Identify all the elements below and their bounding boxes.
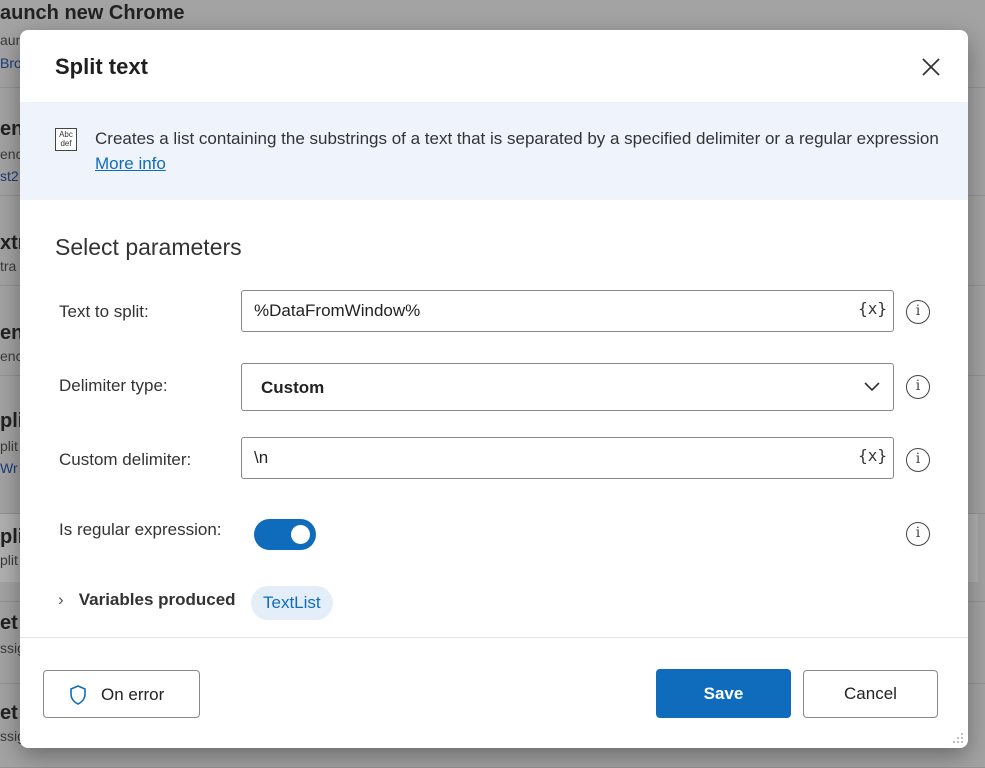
shield-icon — [70, 685, 86, 705]
close-icon — [922, 58, 940, 76]
variables-produced-toggle[interactable]: › Variables produced — [58, 590, 236, 610]
split-text-dialog: Split text Abc def Creates a list contai… — [20, 30, 968, 748]
bg-action-title: et — [0, 702, 18, 724]
delimiter-type-select[interactable]: Custom — [241, 363, 894, 411]
on-error-label: On error — [101, 685, 165, 704]
bg-action-sub: tra — [0, 258, 17, 274]
resize-grip-icon[interactable] — [950, 730, 964, 744]
bg-action-link: Bro — [0, 55, 22, 71]
delimiter-type-value: Custom — [261, 378, 325, 397]
delimiter-type-label: Delimiter type: — [59, 376, 168, 395]
bg-action-sub: plit — [0, 438, 18, 454]
save-button[interactable]: Save — [656, 669, 791, 718]
bg-action-link: Wr — [0, 460, 18, 476]
insert-variable-button[interactable]: {x} — [858, 299, 887, 318]
abc-def-icon: Abc def — [55, 128, 77, 151]
bg-action-title: et — [0, 612, 18, 634]
cancel-button[interactable]: Cancel — [803, 670, 938, 718]
insert-variable-button[interactable]: {x} — [858, 446, 887, 465]
bg-action-sub: plit — [0, 552, 18, 568]
variables-produced-label: Variables produced — [78, 590, 236, 609]
more-info-link[interactable]: More info — [95, 154, 166, 173]
info-icon[interactable] — [906, 448, 930, 472]
description-body: Creates a list containing the substrings… — [95, 129, 939, 148]
bg-action-title: aunch new Chrome — [0, 2, 185, 24]
custom-delimiter-value: \n — [254, 448, 269, 467]
info-icon[interactable] — [906, 375, 930, 399]
description-text: Creates a list containing the substrings… — [95, 126, 945, 176]
info-icon[interactable] — [906, 522, 930, 546]
chevron-right-icon: › — [58, 590, 64, 609]
dialog-title: Split text — [55, 54, 148, 79]
custom-delimiter-input[interactable]: \n {x} — [241, 437, 894, 479]
text-to-split-value: %DataFromWindow% — [254, 301, 421, 320]
text-to-split-input[interactable]: %DataFromWindow% {x} — [241, 290, 894, 332]
text-to-split-label: Text to split: — [59, 302, 149, 321]
chevron-down-icon — [864, 382, 880, 392]
bg-action-link: st2 — [0, 168, 19, 184]
is-regex-label: Is regular expression: — [59, 520, 222, 539]
custom-delimiter-label: Custom delimiter: — [59, 450, 192, 469]
info-icon[interactable] — [906, 300, 930, 324]
description-banner: Abc def Creates a list containing the su… — [20, 102, 968, 200]
on-error-button[interactable]: On error — [43, 670, 200, 718]
variable-chip[interactable]: TextList — [251, 586, 333, 620]
close-button[interactable] — [916, 52, 946, 82]
is-regex-toggle[interactable] — [254, 519, 316, 550]
footer-divider — [20, 637, 968, 638]
section-title: Select parameters — [55, 234, 242, 260]
toggle-knob — [291, 525, 310, 544]
